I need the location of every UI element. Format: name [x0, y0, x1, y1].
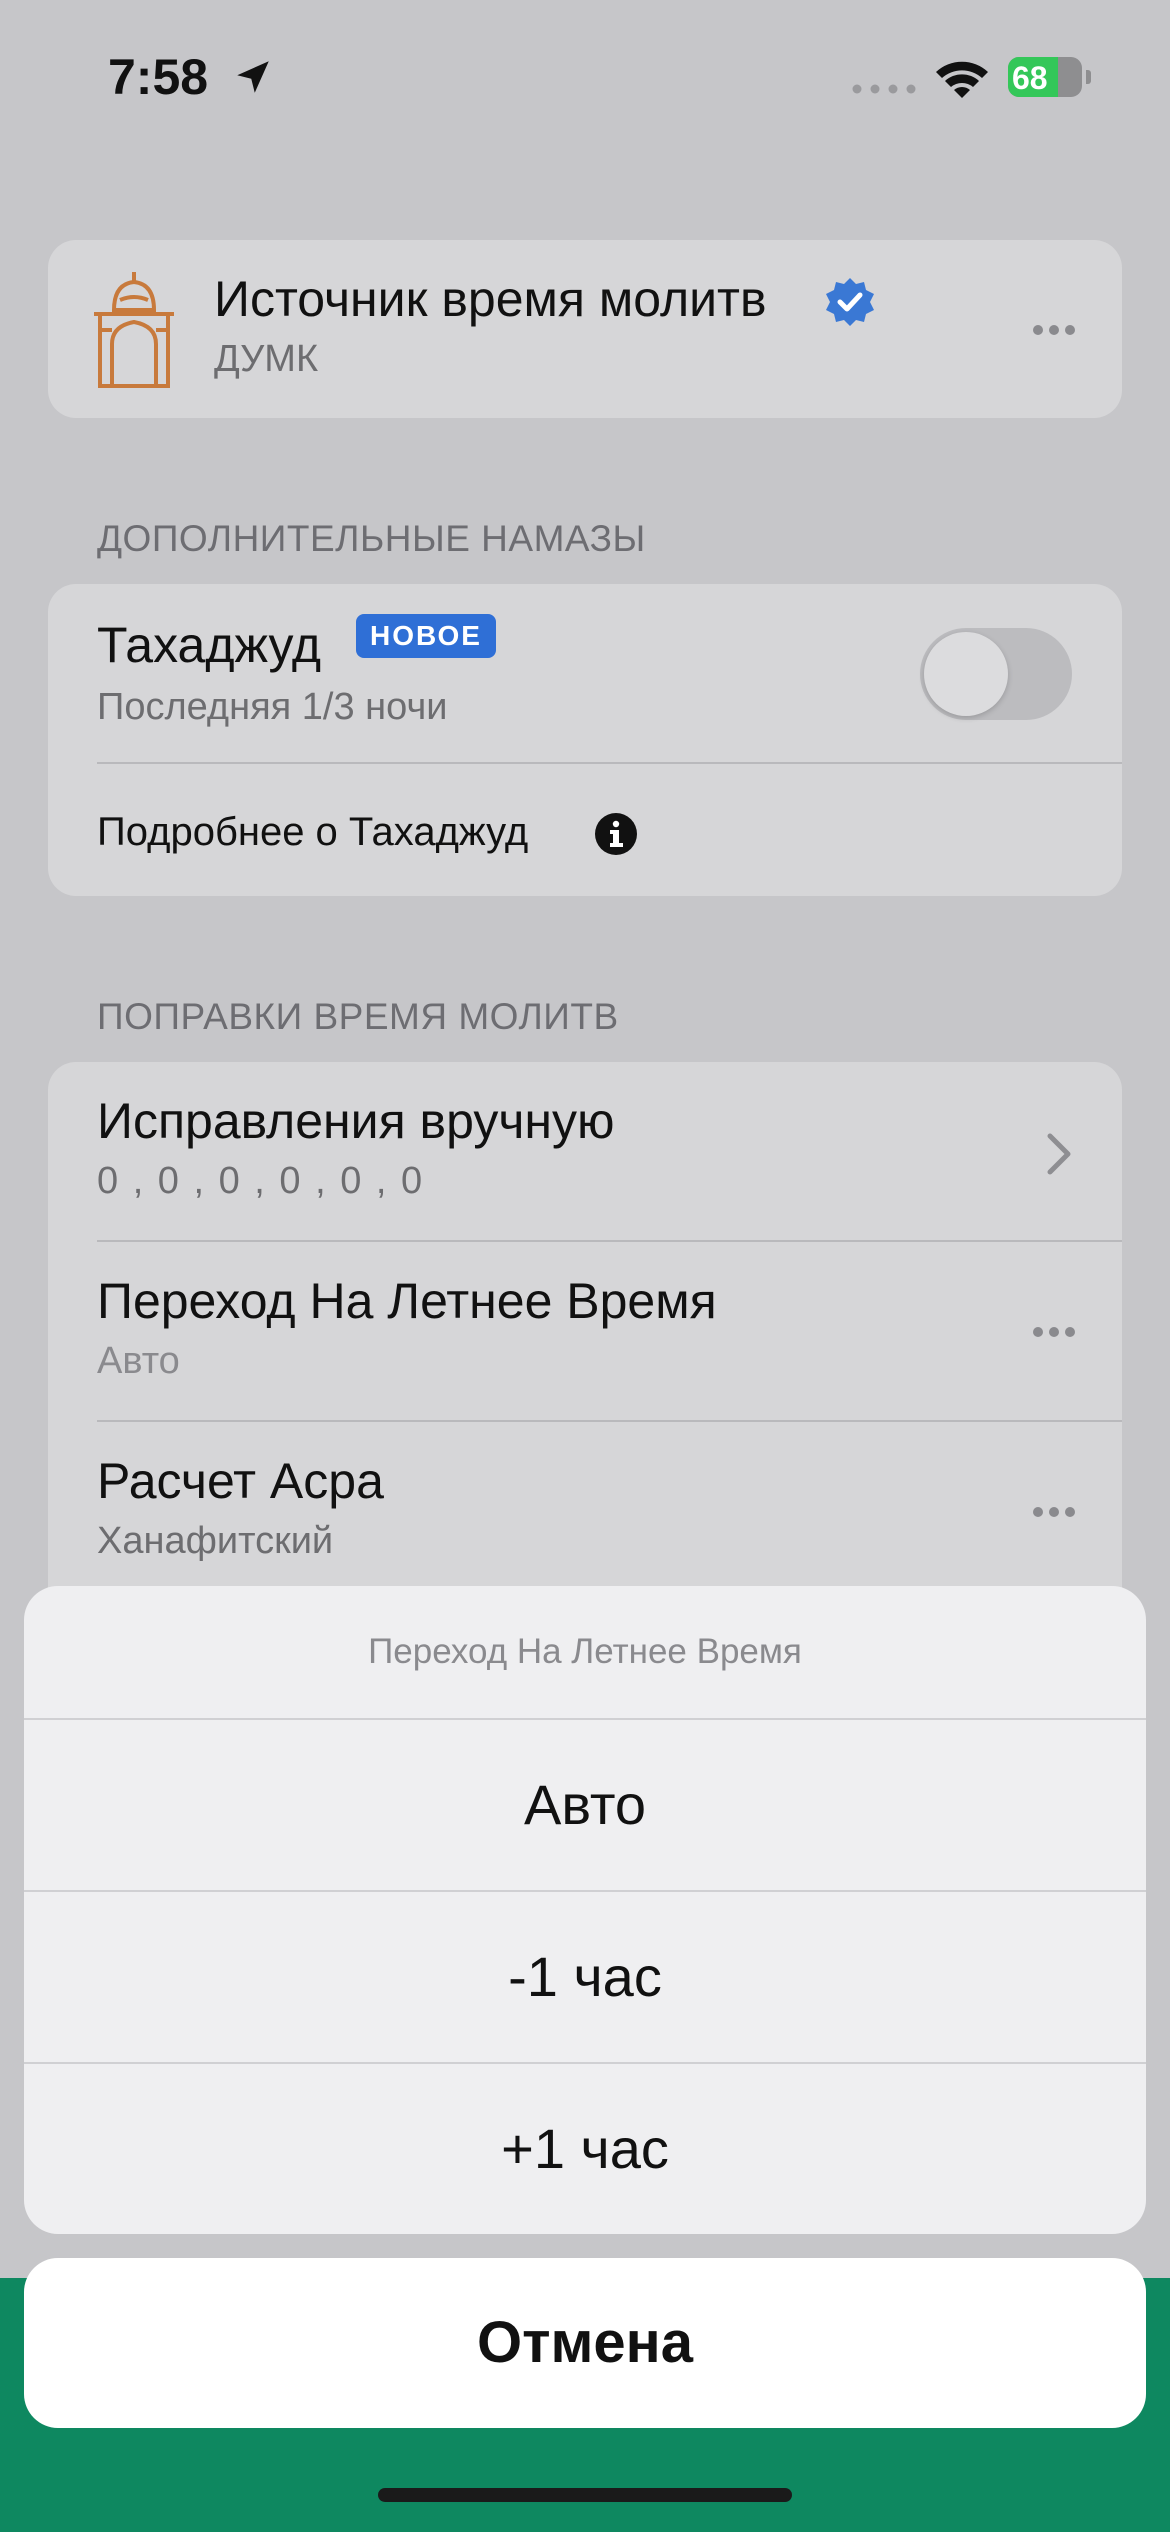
- cancel-button[interactable]: Отмена: [24, 2258, 1146, 2428]
- tahajjud-subtitle: Последняя 1/3 ночи: [97, 686, 448, 728]
- action-sheet-title: Переход На Летнее Время: [368, 1632, 802, 1671]
- signal-icon: [852, 84, 916, 94]
- toggle-knob: [924, 632, 1008, 716]
- home-indicator: [378, 2488, 792, 2502]
- more-options-icon[interactable]: [1032, 324, 1076, 336]
- more-options-icon[interactable]: [1032, 1326, 1076, 1338]
- divider: [97, 1420, 1122, 1422]
- status-time: 7:58: [108, 49, 209, 105]
- row-title: Переход На Летнее Время: [97, 1273, 717, 1329]
- adjustments-card: Исправления вручную 0 , 0 , 0 , 0 , 0 , …: [48, 1062, 1122, 1622]
- row-title: Расчет Асра: [97, 1453, 384, 1509]
- chevron-right-icon: [1047, 1133, 1071, 1175]
- prayer-source-card[interactable]: Источник время молитв ДУМК: [48, 240, 1122, 418]
- battery-indicator: 68: [1008, 57, 1091, 97]
- status-bar: 7:58 68: [0, 0, 1170, 150]
- location-arrow-icon: [237, 61, 269, 93]
- divider: [97, 762, 1122, 764]
- source-subtitle: ДУМК: [214, 338, 319, 380]
- more-options-icon[interactable]: [1032, 1506, 1076, 1518]
- action-sheet: Переход На Летнее Время Авто -1 час +1 ч…: [24, 1586, 1146, 2234]
- option-auto[interactable]: Авто: [24, 1718, 1146, 1890]
- row-subtitle: 0 , 0 , 0 , 0 , 0 , 0: [97, 1160, 425, 1202]
- option-plus-one-hour[interactable]: +1 час: [24, 2062, 1146, 2234]
- row-subtitle: Ханафитский: [97, 1520, 334, 1562]
- info-icon[interactable]: [594, 812, 638, 856]
- section-header-adjustments: ПОПРАВКИ ВРЕМЯ МОЛИТВ: [97, 996, 619, 1037]
- wifi-icon: [936, 61, 988, 98]
- row-title: Исправления вручную: [97, 1093, 615, 1149]
- option-minus-one-hour[interactable]: -1 час: [24, 1890, 1146, 2062]
- mosque-icon: [94, 272, 174, 388]
- row-subtitle: Авто: [97, 1340, 180, 1382]
- tahajjud-more-link[interactable]: Подробнее о Тахаджуд: [97, 810, 528, 855]
- section-header-extra-prayers: ДОПОЛНИТЕЛЬНЫЕ НАМАЗЫ: [97, 518, 646, 559]
- new-badge: НОВОЕ: [356, 614, 496, 658]
- divider: [97, 1240, 1122, 1242]
- source-title: Источник время молитв: [214, 271, 767, 327]
- extra-prayers-card: Тахаджуд НОВОЕ Последняя 1/3 ночи Подроб…: [48, 584, 1122, 896]
- verified-badge-icon: [826, 278, 874, 326]
- tahajjud-toggle[interactable]: [920, 628, 1072, 720]
- battery-level: 68: [1012, 60, 1048, 96]
- tahajjud-title: Тахаджуд: [97, 617, 322, 673]
